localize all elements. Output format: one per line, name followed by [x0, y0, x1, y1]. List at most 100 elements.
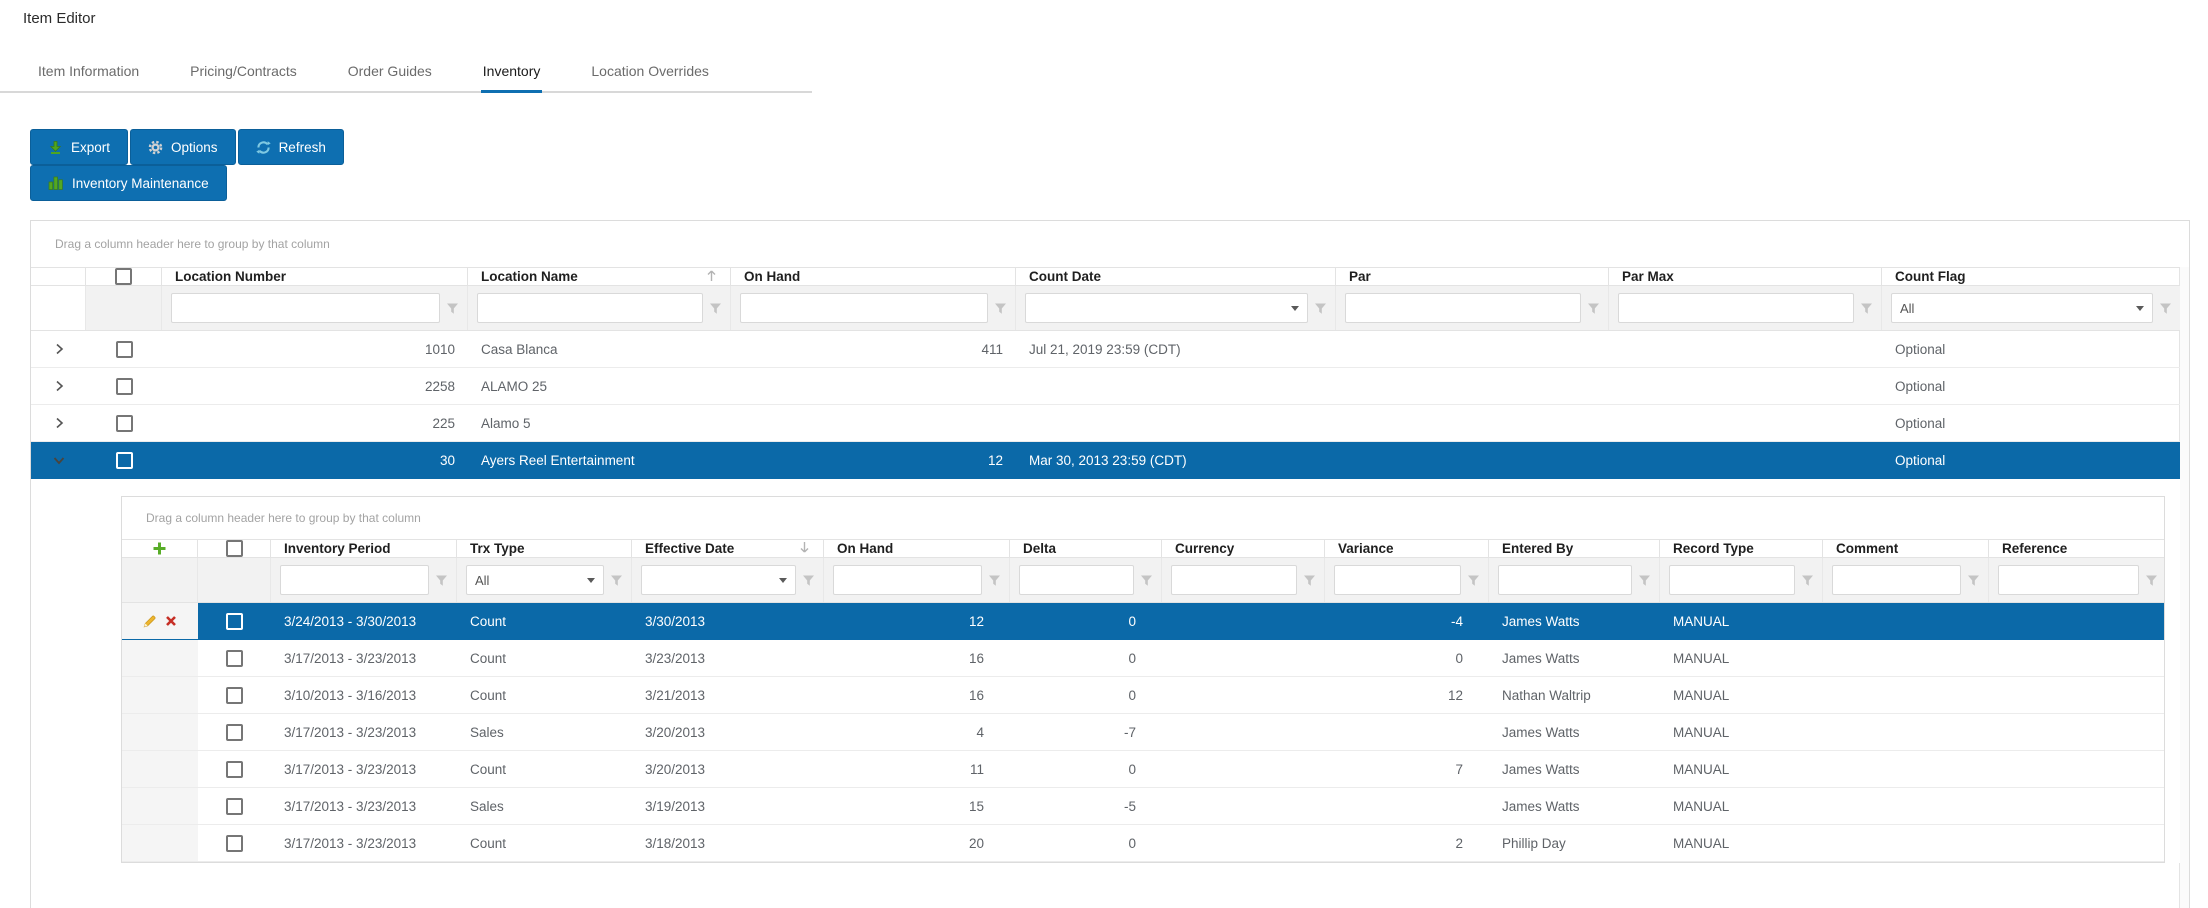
collapse-row-button[interactable]: [31, 453, 86, 467]
tab-order-guides[interactable]: Order Guides: [346, 49, 434, 93]
tab-location-overrides[interactable]: Location Overrides: [589, 49, 711, 93]
column-header-entered-by[interactable]: Entered By: [1489, 540, 1660, 557]
expand-row-button[interactable]: [31, 379, 86, 393]
column-header-reference[interactable]: Reference: [1989, 540, 2166, 557]
inventory-period-cell: 3/10/2013 - 3/16/2013: [271, 688, 457, 703]
column-header-inventory-period[interactable]: Inventory Period: [271, 540, 457, 557]
location-row[interactable]: 2258 ALAMO 25 Optional: [31, 368, 2180, 405]
filter-input-delta[interactable]: [1019, 565, 1134, 595]
location-row[interactable]: 1010 Casa Blanca 411 Jul 21, 2019 23:59 …: [31, 331, 2180, 368]
row-checkbox[interactable]: [226, 650, 243, 667]
row-checkbox[interactable]: [116, 378, 133, 395]
funnel-icon[interactable]: [1967, 574, 1980, 587]
row-checkbox[interactable]: [226, 761, 243, 778]
row-checkbox[interactable]: [116, 341, 133, 358]
location-row-selected[interactable]: 30 Ayers Reel Entertainment 12 Mar 30, 2…: [31, 442, 2180, 479]
funnel-icon[interactable]: [1587, 302, 1600, 315]
filter-select-effective-date[interactable]: [641, 565, 796, 595]
filter-input-reference[interactable]: [1998, 565, 2139, 595]
funnel-icon[interactable]: [802, 574, 815, 587]
record-type-cell: MANUAL: [1660, 688, 1823, 703]
row-checkbox[interactable]: [226, 835, 243, 852]
filter-input-record-type[interactable]: [1669, 565, 1795, 595]
transaction-row[interactable]: 3/17/2013 - 3/23/2013 Sales 3/20/2013 4 …: [122, 714, 2164, 751]
refresh-button[interactable]: Refresh: [238, 129, 344, 165]
group-panel[interactable]: Drag a column header here to group by th…: [31, 221, 2189, 267]
filter-input-entered-by[interactable]: [1498, 565, 1632, 595]
filter-input-variance[interactable]: [1334, 565, 1461, 595]
funnel-icon[interactable]: [1140, 574, 1153, 587]
transaction-row-selected[interactable]: 3/24/2013 - 3/30/2013 Count 3/30/2013 12…: [122, 603, 2164, 640]
vertical-scrollbar[interactable]: [2179, 267, 2189, 908]
row-checkbox[interactable]: [226, 687, 243, 704]
filter-input-par-max[interactable]: [1618, 293, 1854, 323]
edit-row-button[interactable]: [143, 614, 157, 628]
column-header-currency[interactable]: Currency: [1162, 540, 1325, 557]
filter-input-location-number[interactable]: [171, 293, 440, 323]
column-header-trx-type[interactable]: Trx Type: [457, 540, 632, 557]
filter-input-currency[interactable]: [1171, 565, 1297, 595]
funnel-icon[interactable]: [709, 302, 722, 315]
funnel-icon[interactable]: [1801, 574, 1814, 587]
funnel-icon[interactable]: [1303, 574, 1316, 587]
funnel-icon[interactable]: [2159, 302, 2172, 315]
row-checkbox[interactable]: [116, 415, 133, 432]
filter-input-par[interactable]: [1345, 293, 1581, 323]
tab-item-information[interactable]: Item Information: [36, 49, 141, 93]
row-checkbox[interactable]: [116, 452, 133, 469]
row-checkbox[interactable]: [226, 724, 243, 741]
column-header-comment[interactable]: Comment: [1823, 540, 1989, 557]
funnel-icon[interactable]: [988, 574, 1001, 587]
column-header-on-hand[interactable]: On Hand: [731, 268, 1016, 285]
transaction-row[interactable]: 3/17/2013 - 3/23/2013 Count 3/20/2013 11…: [122, 751, 2164, 788]
filter-input-inventory-period[interactable]: [280, 565, 429, 595]
location-row[interactable]: 225 Alamo 5 Optional: [31, 405, 2180, 442]
filter-cell-location-name: [468, 286, 731, 330]
column-header-count-flag[interactable]: Count Flag: [1882, 268, 2180, 285]
column-header-location-name[interactable]: Location Name: [468, 268, 731, 285]
funnel-icon[interactable]: [994, 302, 1007, 315]
tab-pricing-contracts[interactable]: Pricing/Contracts: [188, 49, 299, 93]
filter-input-on-hand[interactable]: [740, 293, 988, 323]
filter-input-on-hand[interactable]: [833, 565, 982, 595]
select-all-checkbox[interactable]: [115, 268, 132, 285]
transaction-row[interactable]: 3/17/2013 - 3/23/2013 Count 3/23/2013 16…: [122, 640, 2164, 677]
transaction-row[interactable]: 3/17/2013 - 3/23/2013 Sales 3/19/2013 15…: [122, 788, 2164, 825]
funnel-icon[interactable]: [610, 574, 623, 587]
column-header-record-type[interactable]: Record Type: [1660, 540, 1823, 557]
funnel-icon[interactable]: [1638, 574, 1651, 587]
filter-input-location-name[interactable]: [477, 293, 703, 323]
funnel-icon[interactable]: [1314, 302, 1327, 315]
expand-row-button[interactable]: [31, 416, 86, 430]
filter-select-trx-type[interactable]: [466, 565, 604, 595]
select-all-checkbox[interactable]: [226, 540, 243, 557]
expand-row-button[interactable]: [31, 342, 86, 356]
filter-select-count-flag[interactable]: [1891, 293, 2153, 323]
delete-row-button[interactable]: [165, 615, 177, 627]
filter-select-count-date[interactable]: [1025, 293, 1308, 323]
export-button[interactable]: Export: [30, 129, 128, 165]
column-header-par[interactable]: Par: [1336, 268, 1609, 285]
options-button[interactable]: Options: [130, 129, 236, 165]
add-row-button[interactable]: [152, 541, 167, 556]
column-header-effective-date[interactable]: Effective Date: [632, 540, 824, 557]
group-panel[interactable]: Drag a column header here to group by th…: [122, 497, 2164, 539]
funnel-icon[interactable]: [1467, 574, 1480, 587]
inventory-maintenance-button[interactable]: Inventory Maintenance: [30, 165, 227, 201]
column-header-count-date[interactable]: Count Date: [1016, 268, 1336, 285]
funnel-icon[interactable]: [2145, 574, 2158, 587]
column-header-delta[interactable]: Delta: [1010, 540, 1162, 557]
tab-inventory[interactable]: Inventory: [481, 49, 543, 93]
row-checkbox[interactable]: [226, 798, 243, 815]
funnel-icon[interactable]: [446, 302, 459, 315]
filter-input-comment[interactable]: [1832, 565, 1961, 595]
column-header-on-hand[interactable]: On Hand: [824, 540, 1010, 557]
column-header-variance[interactable]: Variance: [1325, 540, 1489, 557]
row-checkbox[interactable]: [226, 613, 243, 630]
funnel-icon[interactable]: [435, 574, 448, 587]
transaction-row[interactable]: 3/17/2013 - 3/23/2013 Count 3/18/2013 20…: [122, 825, 2164, 862]
funnel-icon[interactable]: [1860, 302, 1873, 315]
column-header-location-number[interactable]: Location Number: [162, 268, 468, 285]
column-header-par-max[interactable]: Par Max: [1609, 268, 1882, 285]
transaction-row[interactable]: 3/10/2013 - 3/16/2013 Count 3/21/2013 16…: [122, 677, 2164, 714]
